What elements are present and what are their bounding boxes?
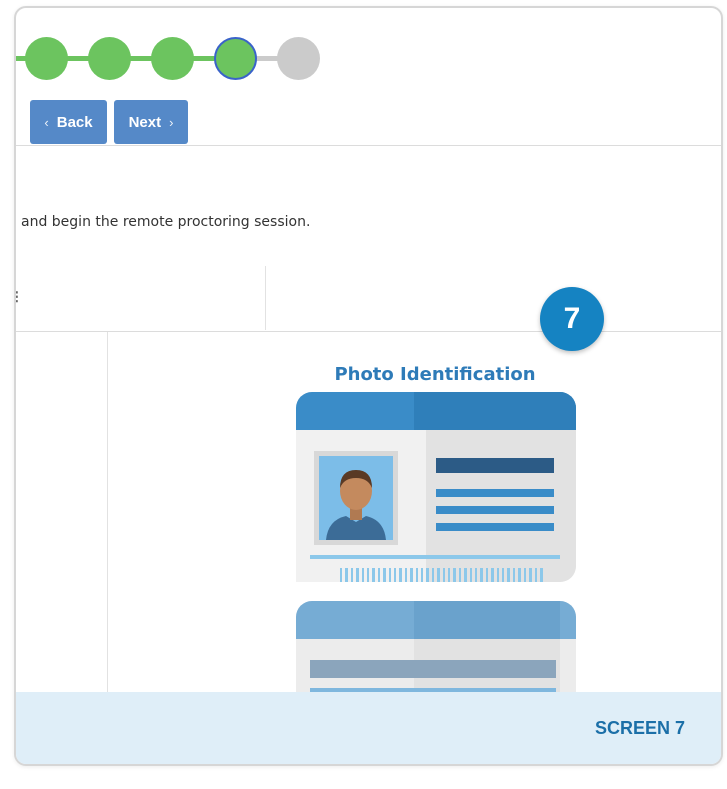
step-4-dot-current	[214, 37, 257, 80]
divider-top	[16, 145, 721, 146]
truncated-glyph: ⁝	[14, 287, 20, 307]
back-button[interactable]: ‹ Back	[30, 100, 107, 144]
screenshot-card: ‹ Back Next › and begin the remote proct…	[14, 6, 723, 766]
screen-label: SCREEN 7	[594, 718, 685, 738]
progress-stepper	[16, 36, 336, 82]
next-button-label: Next	[128, 113, 162, 131]
step-3-dot	[151, 37, 194, 80]
divider-middle	[16, 331, 721, 332]
divider-vertical-lower	[107, 332, 108, 692]
next-button[interactable]: Next ›	[114, 100, 188, 144]
chevron-left-icon: ‹	[44, 114, 49, 130]
callout-number-badge: 7	[540, 287, 604, 351]
instruction-text: and begin the remote proctoring session.	[21, 214, 311, 230]
back-button-label: Back	[56, 113, 93, 131]
photo-identification-title: Photo Identification	[334, 364, 536, 385]
id-card-icon	[296, 392, 578, 697]
step-5-dot	[277, 37, 320, 80]
divider-vertical-upper	[265, 266, 266, 330]
chevron-right-icon: ›	[169, 114, 174, 130]
screen-label-banner: SCREEN 7	[16, 692, 721, 764]
step-1-dot	[25, 37, 68, 80]
step-2-dot	[88, 37, 131, 80]
